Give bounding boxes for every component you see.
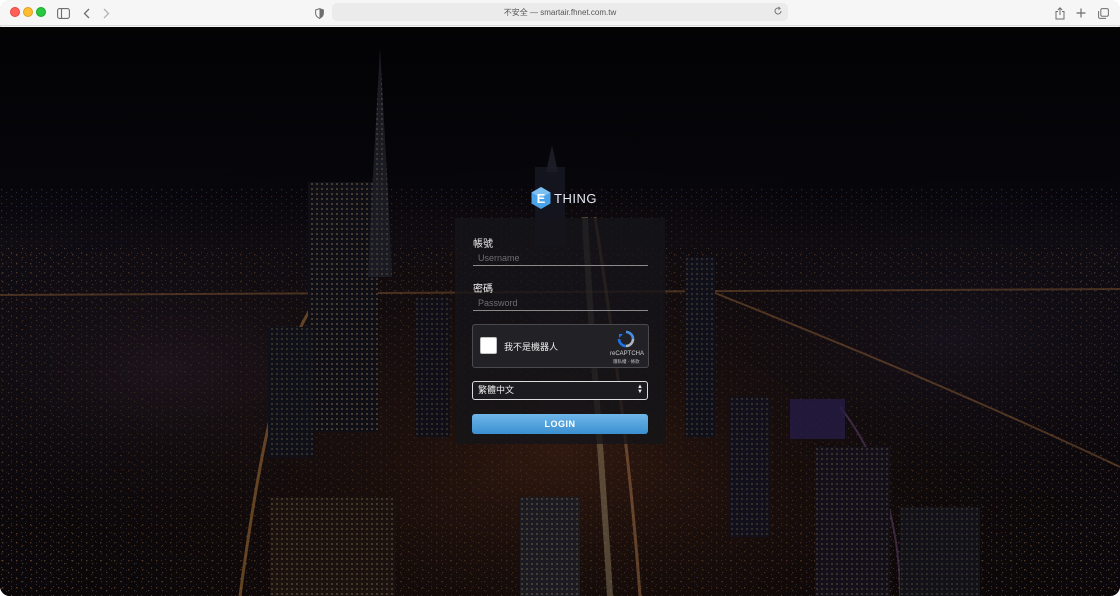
recaptcha-brand: reCAPTCHA	[610, 351, 645, 357]
username-input[interactable]	[473, 250, 648, 266]
svg-text:E: E	[537, 191, 546, 206]
login-button[interactable]: LOGIN	[472, 414, 648, 434]
zoom-window-button[interactable]	[36, 7, 46, 17]
sidebar-icon[interactable]	[56, 4, 70, 22]
select-arrows-icon: ▲ ▼	[637, 384, 643, 395]
login-page: E THING 帳號 密碼 我不是機器人	[0, 27, 1120, 596]
brand-name: THING	[554, 190, 597, 206]
plus-icon[interactable]	[1075, 4, 1087, 22]
address-text: 不安全 — smartair.fhnet.com.tw	[503, 7, 617, 17]
chevron-right-icon[interactable]	[101, 4, 111, 22]
hexagon-logo-icon: E	[531, 187, 551, 209]
minimize-window-button[interactable]	[23, 7, 33, 17]
share-icon[interactable]	[1054, 4, 1066, 22]
recaptcha-checkbox[interactable]	[480, 337, 497, 354]
login-panel: 帳號 密碼 我不是機器人 reCAPTCHA 隱私權 - 條款	[455, 218, 665, 444]
ething-logo: E THING	[530, 185, 597, 211]
browser-window: 不安全 — smartair.fhnet.com.tw E THING 帳號 U…	[0, 0, 1120, 596]
recaptcha-label: 我不是機器人	[504, 342, 559, 352]
reload-icon[interactable]	[773, 6, 783, 18]
recaptcha-widget: 我不是機器人 reCAPTCHA 隱私權 - 條款	[472, 324, 649, 368]
shield-icon[interactable]	[313, 4, 325, 22]
address-bar[interactable]: 不安全 — smartair.fhnet.com.tw	[332, 3, 788, 21]
username-label: 帳號	[473, 239, 493, 250]
password-label: 密碼	[473, 284, 493, 295]
browser-toolbar: 不安全 — smartair.fhnet.com.tw	[0, 0, 1120, 26]
chevron-left-icon[interactable]	[81, 4, 91, 22]
password-input[interactable]	[473, 295, 648, 311]
tabs-overview-icon[interactable]	[1097, 4, 1109, 22]
language-selected: 繁體中文	[478, 385, 515, 395]
close-window-button[interactable]	[10, 7, 20, 17]
recaptcha-icon	[617, 330, 635, 353]
recaptcha-terms-link[interactable]: 隱私權 - 條款	[613, 359, 640, 365]
language-select[interactable]: 繁體中文 ▲ ▼	[472, 381, 648, 400]
